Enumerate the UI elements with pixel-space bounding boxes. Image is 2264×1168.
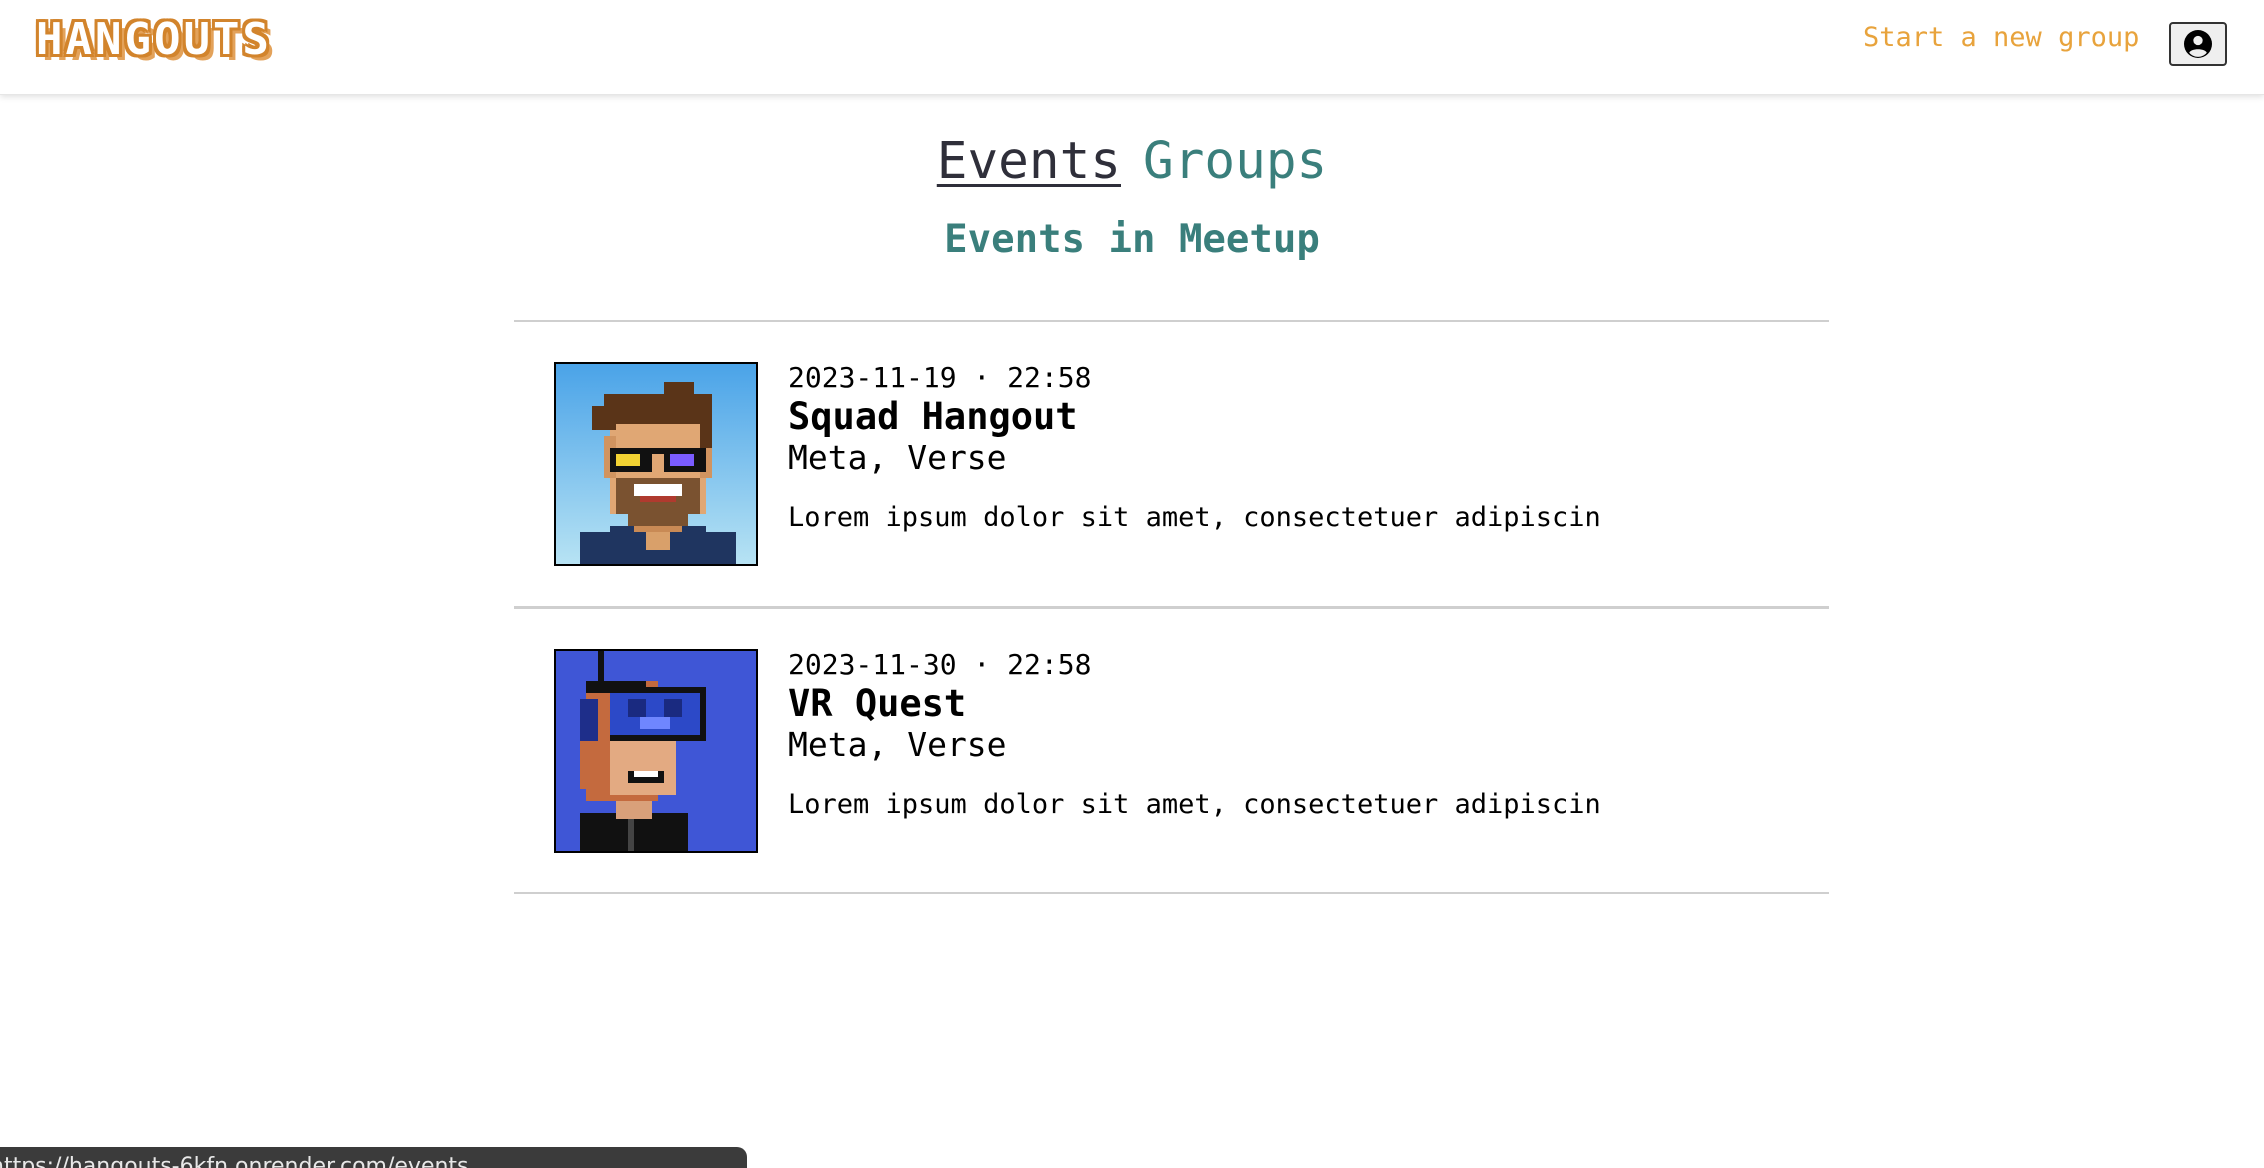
event-details: 2023-11-19 · 22:58 Squad Hangout Meta, V… bbox=[788, 360, 1601, 536]
event-name[interactable]: VR Quest bbox=[788, 683, 1601, 725]
tab-events[interactable]: Events bbox=[937, 132, 1121, 191]
link-preview-status-bar: https://hangouts-6kfn.onrender.com/event… bbox=[0, 1147, 747, 1168]
event-date: 2023-11-30 · 22:58 bbox=[788, 648, 1092, 681]
events-groups-tabs: Events Groups bbox=[0, 130, 2264, 194]
event-details: 2023-11-30 · 22:58 VR Quest Meta, Verse … bbox=[788, 647, 1601, 823]
link-preview-url: https://hangouts-6kfn.onrender.com/event… bbox=[0, 1154, 469, 1168]
pixel-avatar-vr-headset-image bbox=[556, 651, 756, 851]
profile-menu-button[interactable] bbox=[2169, 22, 2227, 66]
event-thumbnail bbox=[554, 649, 758, 853]
hangouts-logo[interactable]: HANGOUTS bbox=[36, 16, 272, 64]
user-circle-icon bbox=[2184, 30, 2212, 58]
event-card-squad-hangout[interactable]: 2023-11-19 · 22:58 Squad Hangout Meta, V… bbox=[514, 320, 1829, 606]
event-card-vr-quest[interactable]: 2023-11-30 · 22:58 VR Quest Meta, Verse … bbox=[514, 606, 1829, 892]
event-date: 2023-11-19 · 22:58 bbox=[788, 361, 1092, 394]
list-divider bbox=[514, 892, 1829, 894]
pixel-avatar-sunglasses-image bbox=[556, 364, 756, 564]
event-description: Lorem ipsum dolor sit amet, consectetuer… bbox=[788, 789, 1601, 820]
event-list: 2023-11-19 · 22:58 Squad Hangout Meta, V… bbox=[514, 320, 1829, 894]
event-thumbnail bbox=[554, 362, 758, 566]
event-description: Lorem ipsum dolor sit amet, consectetuer… bbox=[788, 502, 1601, 533]
event-name[interactable]: Squad Hangout bbox=[788, 396, 1601, 438]
section-title: Events in Meetup bbox=[944, 217, 1320, 262]
event-location: Meta, Verse bbox=[788, 725, 1007, 764]
event-location: Meta, Verse bbox=[788, 438, 1007, 477]
tab-groups[interactable]: Groups bbox=[1143, 132, 1327, 191]
page: HANGOUTS Start a new group Events Groups … bbox=[0, 0, 2264, 1168]
top-navbar: HANGOUTS Start a new group bbox=[0, 0, 2264, 95]
start-new-group-link[interactable]: Start a new group bbox=[1863, 20, 2139, 56]
